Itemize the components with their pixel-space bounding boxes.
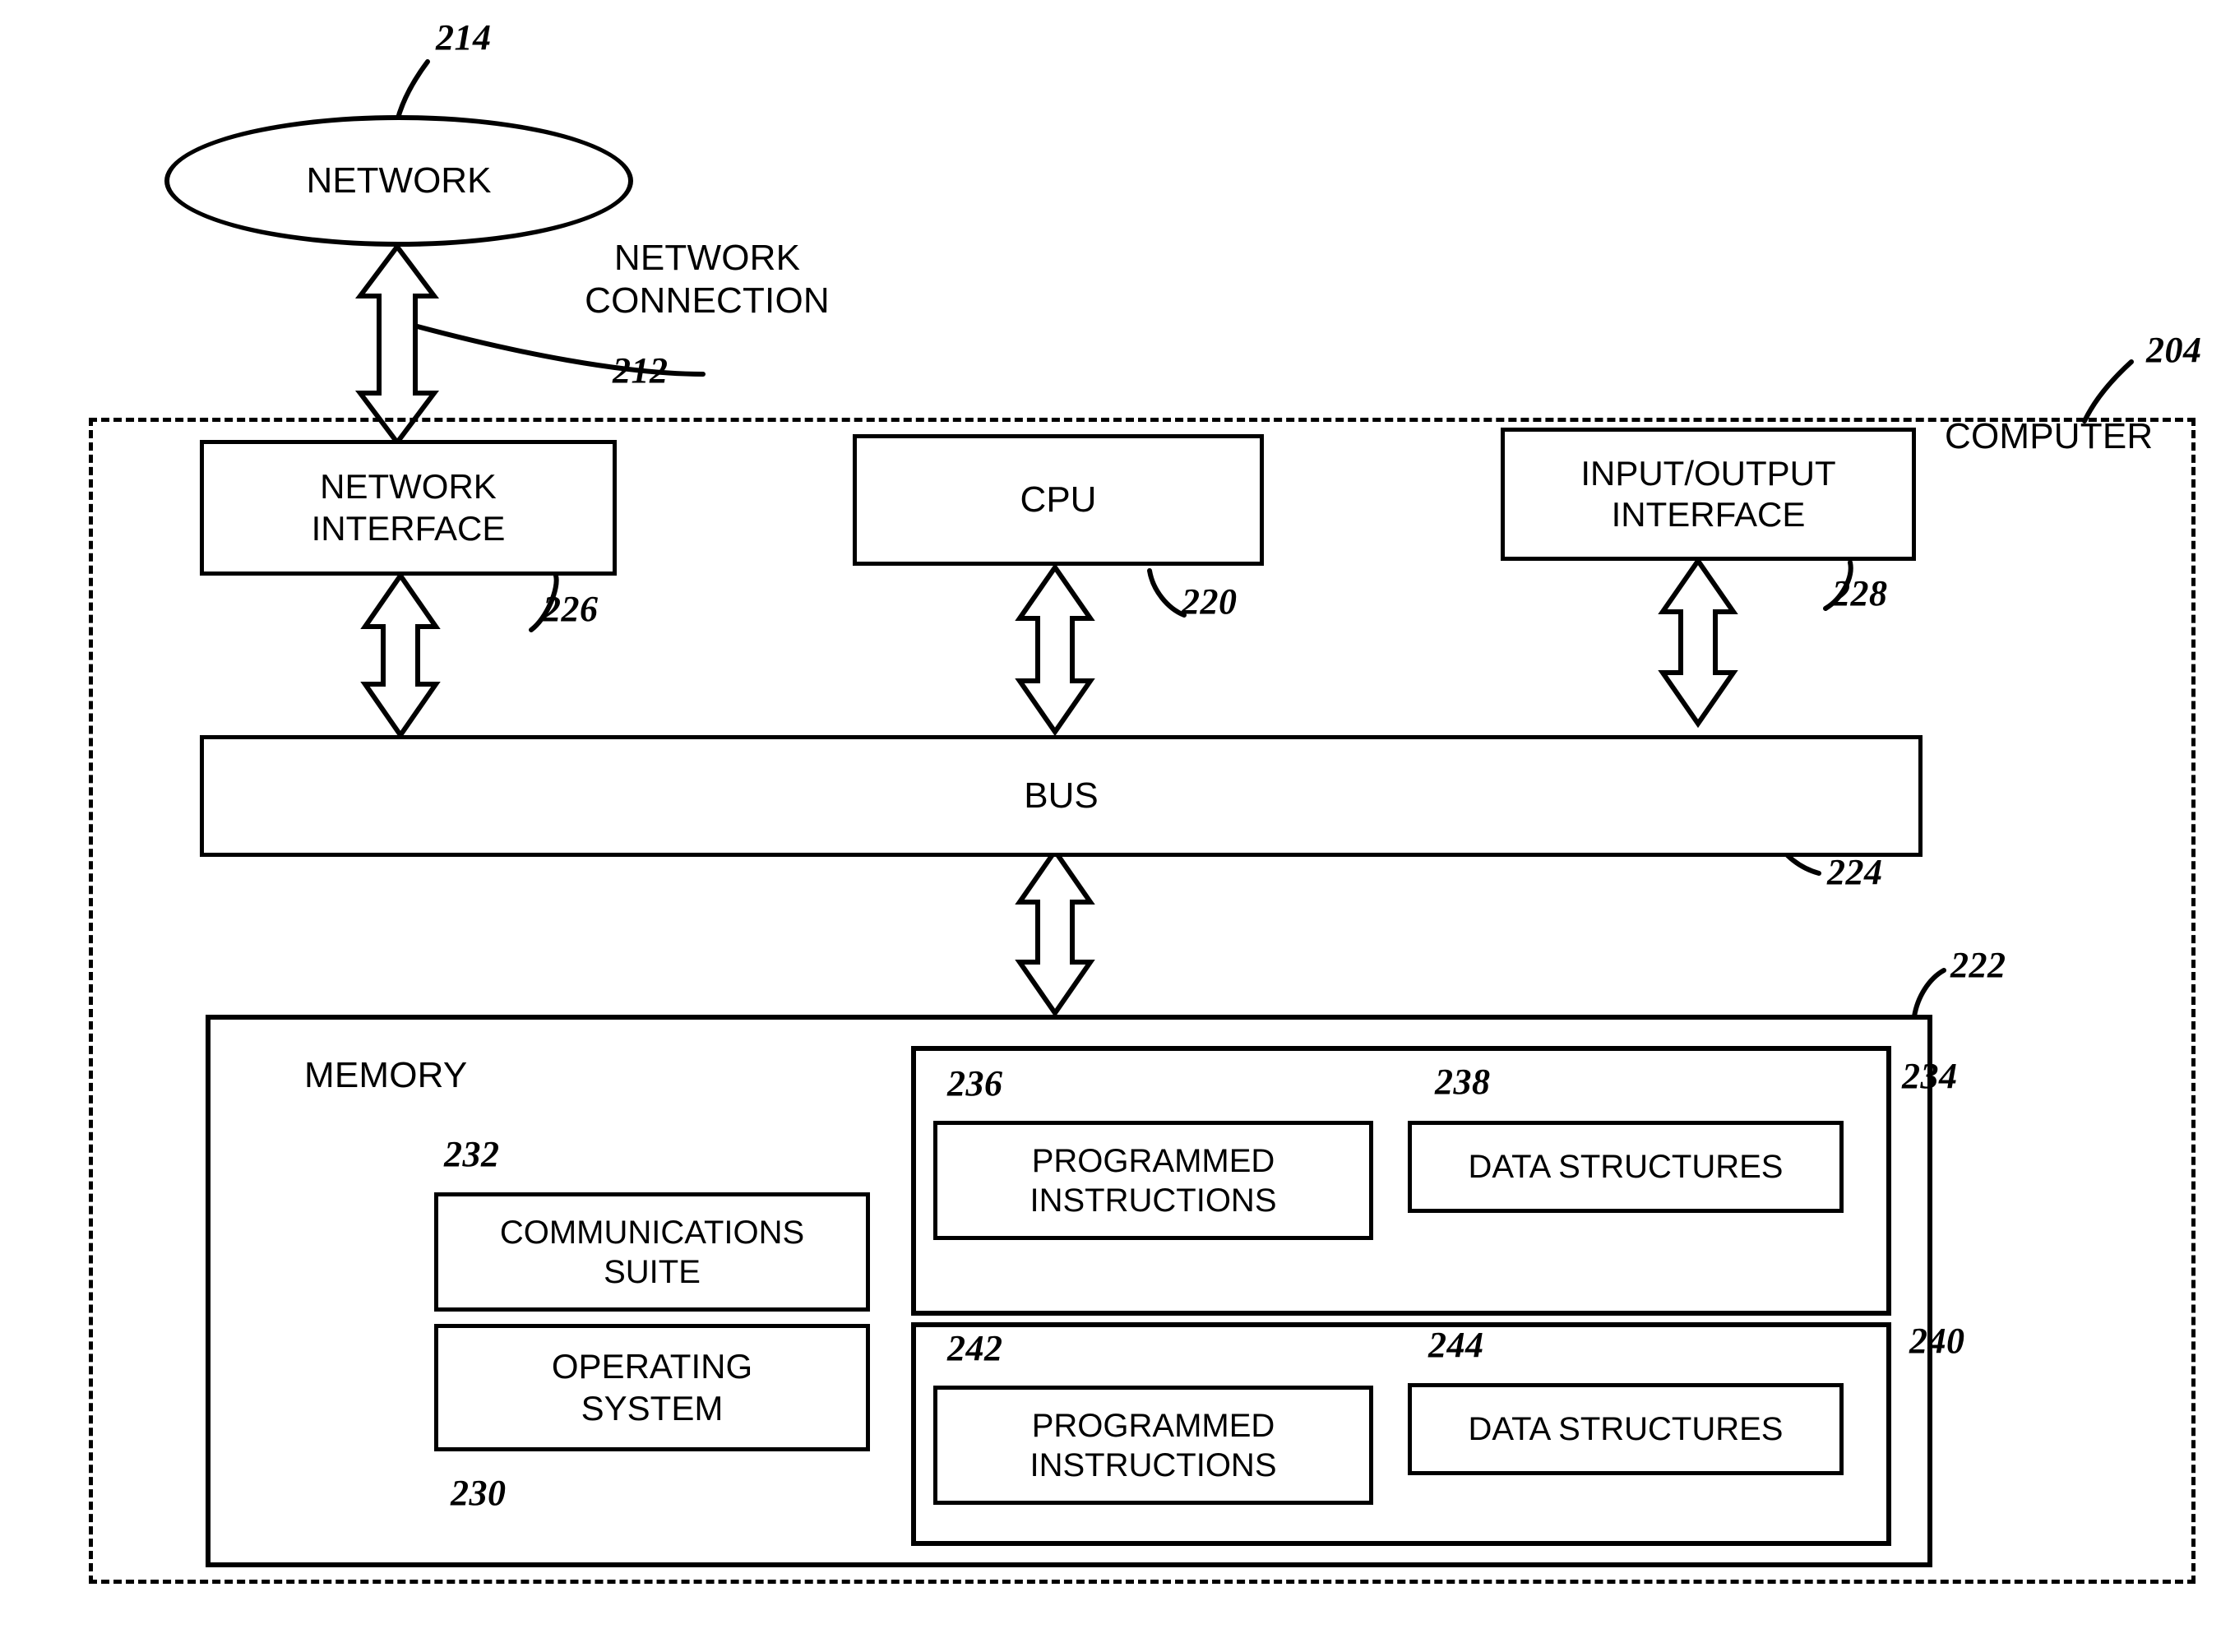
ref-240: 240	[1909, 1321, 1965, 1361]
memory-label: MEMORY	[304, 1055, 468, 1095]
operating-system-box: OPERATING SYSTEM	[434, 1324, 870, 1451]
ref-234: 234	[1902, 1056, 1958, 1096]
ref-226: 226	[543, 589, 599, 629]
bus-box: BUS	[200, 735, 1923, 857]
module-b-data-structures-label: DATA STRUCTURES	[1468, 1411, 1784, 1447]
network-node: NETWORK	[164, 115, 633, 247]
module-a-data-structures-box: DATA STRUCTURES	[1408, 1121, 1844, 1213]
arrow-network-to-interface	[355, 243, 439, 447]
ref-242: 242	[947, 1328, 1003, 1368]
network-connection-label: NETWORK CONNECTION	[585, 238, 830, 321]
ref-212: 212	[613, 350, 669, 391]
ref-236: 236	[947, 1063, 1003, 1104]
network-interface-label: NETWORK INTERFACE	[311, 467, 506, 548]
ref-238: 238	[1435, 1062, 1491, 1102]
module-b-data-structures-box: DATA STRUCTURES	[1408, 1383, 1844, 1475]
module-b-programmed-instructions-label: PROGRAMMED INSTRUCTIONS	[1030, 1407, 1277, 1483]
bus-label: BUS	[1024, 775, 1099, 816]
module-b-programmed-instructions-box: PROGRAMMED INSTRUCTIONS	[933, 1386, 1373, 1505]
module-a-programmed-instructions-box: PROGRAMMED INSTRUCTIONS	[933, 1121, 1373, 1240]
module-a-programmed-instructions-label: PROGRAMMED INSTRUCTIONS	[1030, 1142, 1277, 1219]
operating-system-label: OPERATING SYSTEM	[551, 1347, 753, 1428]
cpu-label: CPU	[1020, 479, 1097, 520]
ref-224: 224	[1827, 852, 1883, 892]
io-interface-box: INPUT/OUTPUT INTERFACE	[1501, 428, 1916, 561]
leader-214	[395, 59, 430, 123]
ref-228: 228	[1832, 573, 1888, 613]
leader-204	[2082, 359, 2134, 423]
cpu-box: CPU	[853, 434, 1264, 566]
io-interface-label: INPUT/OUTPUT INTERFACE	[1580, 453, 1836, 534]
communications-suite-label: COMMUNICATIONS SUITE	[499, 1214, 805, 1290]
communications-suite-box: COMMUNICATIONS SUITE	[434, 1192, 870, 1312]
ref-214: 214	[436, 17, 492, 58]
ref-220: 220	[1182, 581, 1238, 622]
ref-232: 232	[444, 1134, 500, 1174]
computer-label: COMPUTER	[1945, 416, 2154, 456]
ref-244: 244	[1428, 1325, 1484, 1365]
ref-230: 230	[451, 1473, 507, 1513]
ref-222: 222	[1950, 945, 2006, 985]
network-label: NETWORK	[306, 160, 492, 201]
network-interface-box: NETWORK INTERFACE	[200, 440, 617, 576]
module-a-data-structures-label: DATA STRUCTURES	[1468, 1149, 1784, 1185]
patent-figure-canvas: .ln { fill:none; stroke:#000; stroke-wid…	[0, 0, 2221, 1652]
ref-204: 204	[2146, 330, 2202, 370]
